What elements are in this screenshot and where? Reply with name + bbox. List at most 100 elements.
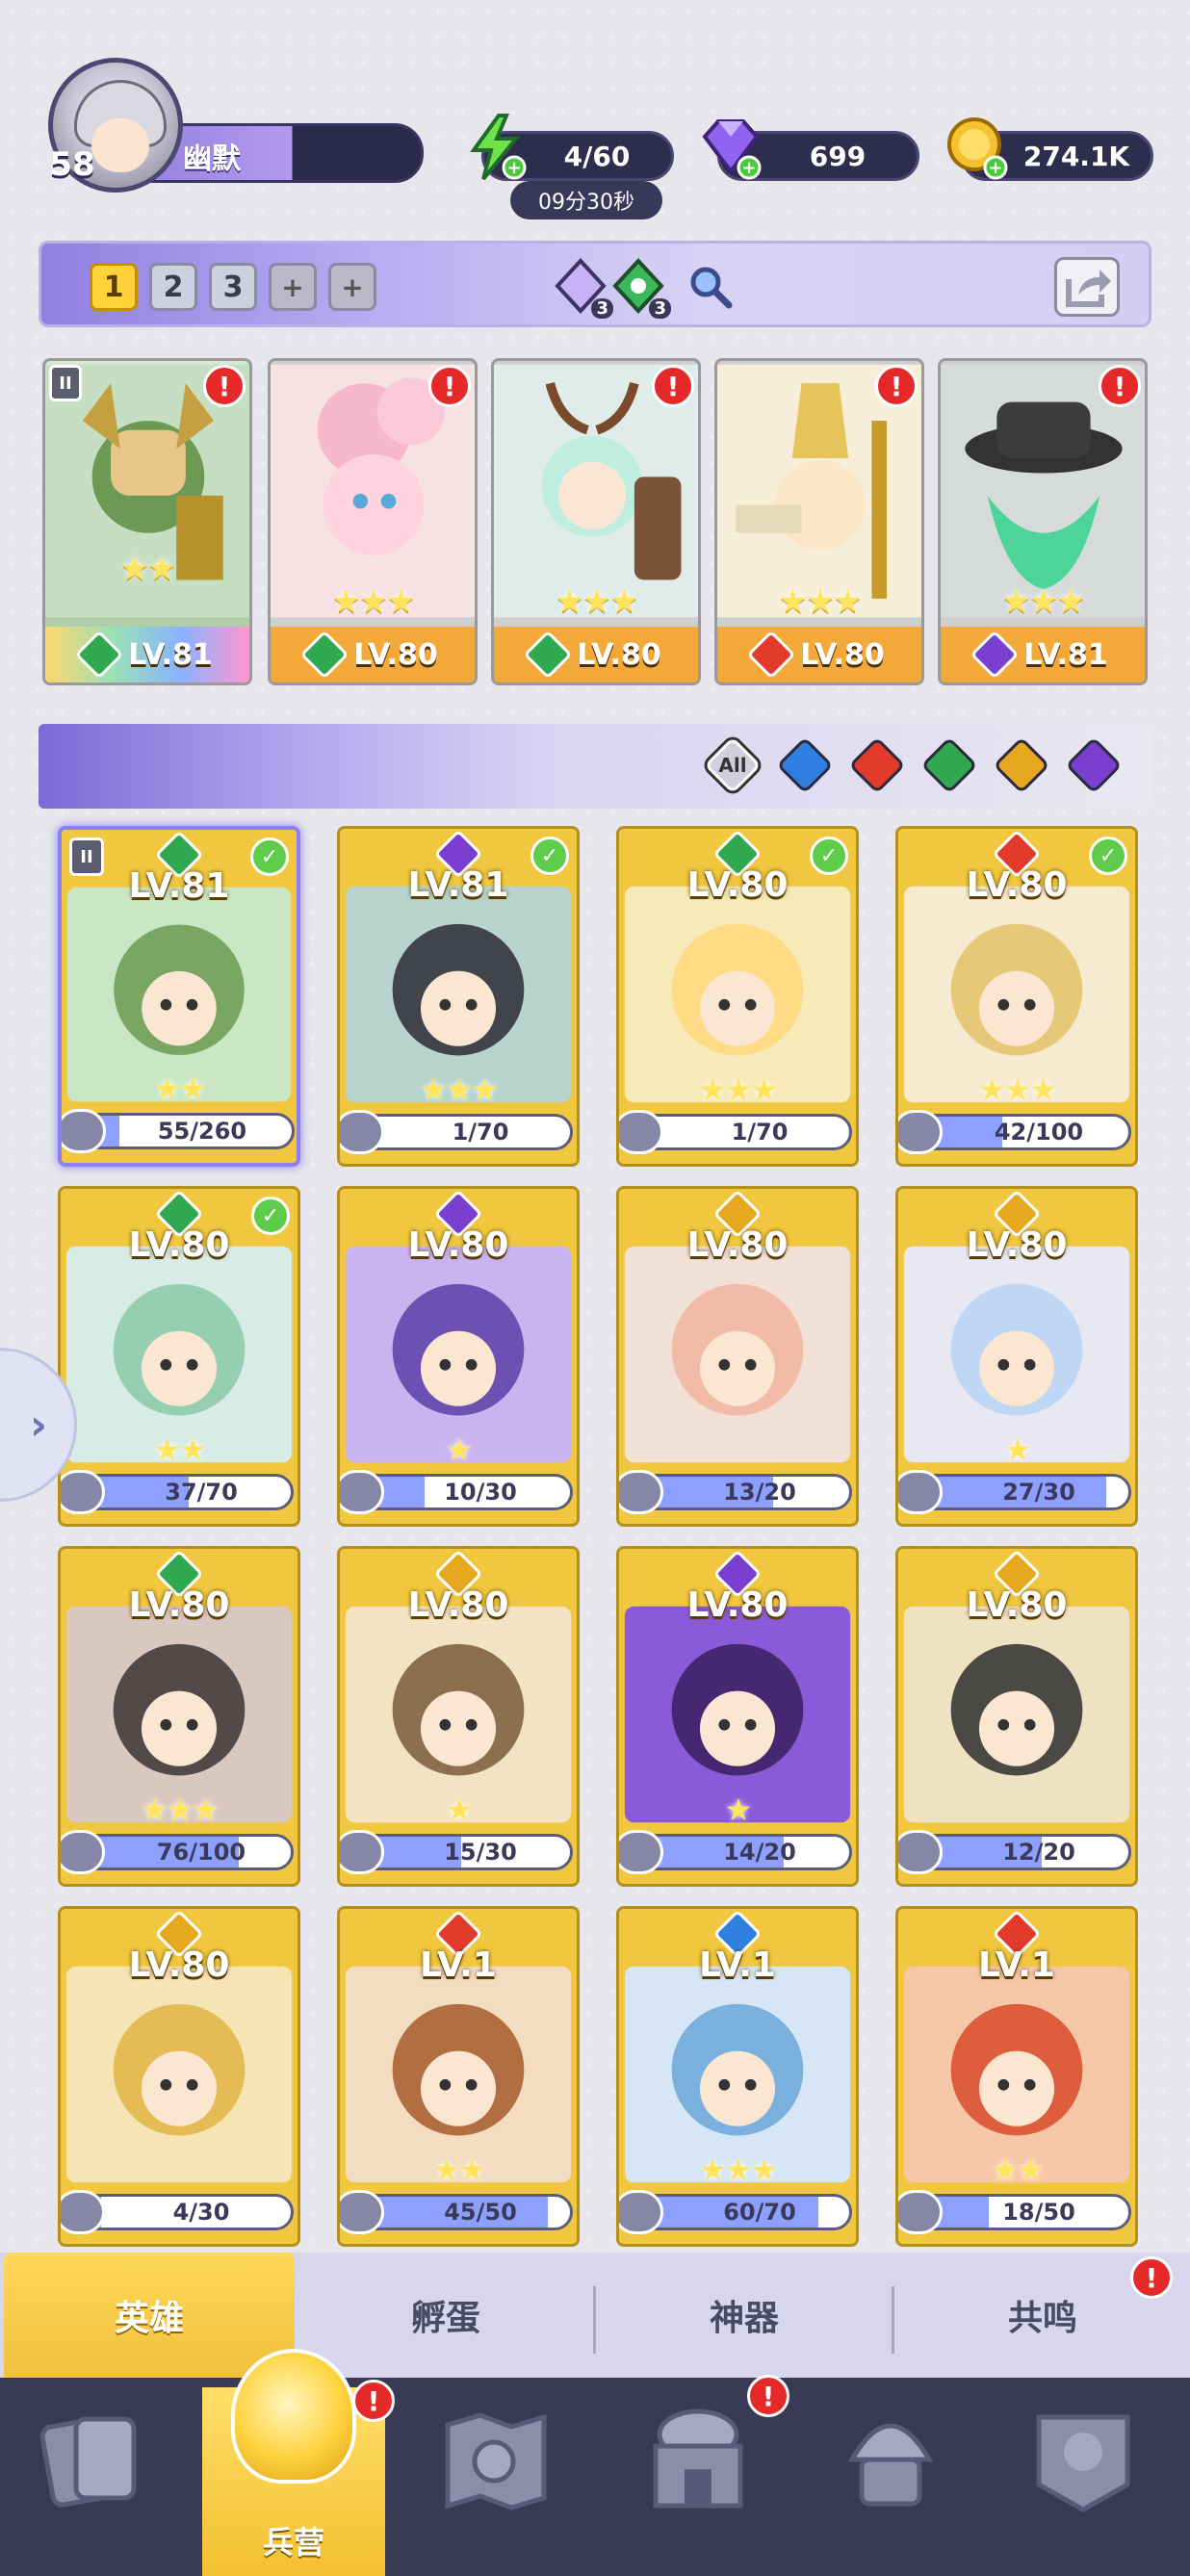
filter-water-button[interactable] (775, 735, 835, 795)
share-icon (1066, 270, 1111, 307)
element-icon (523, 630, 573, 680)
nav-guild[interactable] (1011, 2383, 1155, 2546)
shard-progress-text: 1/70 (731, 1119, 789, 1146)
hero-stars: ★ (445, 1431, 474, 1468)
hero-stars: ★★★ (1001, 582, 1085, 621)
shard-icon (619, 1110, 663, 1154)
alert-icon: ! (352, 2380, 395, 2422)
alert-icon: ! (875, 365, 918, 407)
hero-card[interactable]: LV.80 4/30 (58, 1906, 300, 2247)
shard-progress-text: 4/30 (172, 2199, 230, 2226)
shard-icon (619, 1830, 663, 1874)
fire-element-icon (848, 736, 906, 794)
shard-icon (619, 2190, 663, 2234)
shard-progress-text: 37/70 (165, 1479, 238, 1506)
hero-card[interactable]: LV.81 ★★ 55/260 ✓ II (58, 826, 300, 1167)
shard-progress-text: 15/30 (444, 1839, 517, 1866)
team-hero-5[interactable]: ★★★ LV.81 ! (938, 358, 1148, 685)
hero-card[interactable]: LV.80 12/20 (895, 1546, 1138, 1887)
rank-badge: II (69, 837, 104, 876)
alert-icon: ! (652, 365, 694, 407)
filter-all-button[interactable]: All (700, 733, 765, 798)
shard-icon (340, 2190, 384, 2234)
team-bar: 1 2 3 + + 3 3 (39, 241, 1151, 327)
hero-level: LV.80 (686, 1585, 789, 1625)
hero-card[interactable]: LV.80 ★ 15/30 (337, 1546, 580, 1887)
hero-stars: ★★ (432, 2151, 485, 2188)
hero-card[interactable]: LV.80 ★★★ 1/70 ✓ (616, 826, 859, 1167)
hero-level: LV.80 (128, 1945, 230, 1985)
nature-element-icon (920, 736, 978, 794)
add-team-slot-button[interactable]: + (269, 263, 317, 311)
team-slot-2[interactable]: 2 (149, 263, 197, 311)
nav-cards[interactable] (19, 2383, 164, 2546)
hero-card[interactable]: LV.1 ★★ 18/50 (895, 1906, 1138, 2247)
nav-barracks[interactable]: 兵营 ! (202, 2349, 395, 2576)
alert-icon: ! (428, 365, 471, 407)
nav-shop[interactable] (818, 2383, 963, 2546)
shard-progress-text: 42/100 (994, 1119, 1084, 1146)
shard-icon (898, 1110, 943, 1154)
hero-card[interactable]: LV.80 ★ 27/30 (895, 1186, 1138, 1527)
team-hero-3[interactable]: ★★★ LV.80 ! (491, 358, 701, 685)
shard-progress-text: 45/50 (444, 2199, 517, 2226)
hero-card[interactable]: LV.80 ★★★ 76/100 (58, 1546, 300, 1887)
shard-icon (898, 1470, 943, 1514)
hero-card[interactable]: LV.1 ★★ 45/50 (337, 1906, 580, 2247)
hero-level: LV.80 (128, 1585, 230, 1625)
green-count: 3 (649, 298, 671, 319)
filter-fire-button[interactable] (847, 735, 907, 795)
add-team-slot-button-2[interactable]: + (328, 263, 376, 311)
hero-stars: ★★★ (331, 582, 415, 621)
hero-card[interactable]: LV.80 13/20 (616, 1186, 859, 1527)
hero-card[interactable]: LV.80 ★★ 37/70 ✓ (58, 1186, 300, 1527)
shard-icon (898, 2190, 943, 2234)
hero-card[interactable]: LV.80 ★ 10/30 (337, 1186, 580, 1527)
shard-progress-text: 55/260 (157, 1118, 247, 1145)
filter-nature-button[interactable] (919, 735, 979, 795)
gold-coin-icon: + (947, 117, 1008, 180)
hero-stars: ★★ (153, 1431, 206, 1468)
in-team-check-icon: ✓ (250, 837, 289, 876)
shard-icon (61, 2190, 105, 2234)
alert-icon: ! (1130, 2256, 1173, 2299)
map-icon (445, 2412, 547, 2511)
hero-level: LV.80 (407, 1585, 509, 1625)
team-hero-2[interactable]: ★★★ LV.80 ! (268, 358, 478, 685)
hero-level: LV.80 (686, 1225, 789, 1265)
svg-text:+: + (988, 158, 1002, 178)
hero-level: LV.1 (699, 1945, 776, 1985)
in-team-check-icon: ✓ (810, 837, 848, 875)
hero-level: LV.81 (45, 627, 249, 683)
nav-castle[interactable]: ! (626, 2375, 789, 2546)
in-team-check-icon: ✓ (251, 1197, 290, 1235)
hero-stars: ★★ (119, 550, 177, 588)
castle-icon (653, 2409, 743, 2509)
guild-banner-icon (1036, 2414, 1130, 2512)
share-button[interactable] (1054, 257, 1120, 317)
alert-icon: ! (203, 365, 246, 407)
hero-level: LV.80 (966, 1225, 1068, 1265)
team-hero-1[interactable]: ★★ LV.81 II ! (42, 358, 252, 685)
shard-icon (340, 1470, 384, 1514)
team-slot-3[interactable]: 3 (209, 263, 257, 311)
shard-icon (62, 1109, 106, 1153)
filter-dark-button[interactable] (1064, 735, 1124, 795)
team-hero-4[interactable]: ★★★ LV.80 ! (714, 358, 924, 685)
nav-map[interactable] (424, 2383, 568, 2546)
hero-card[interactable]: LV.80 ★ 14/20 (616, 1546, 859, 1887)
tab-artifacts[interactable]: 神器 (597, 2253, 892, 2378)
filter-all-label: All (718, 754, 747, 777)
shard-progress-text: 18/50 (1002, 2199, 1075, 2226)
player-profile[interactable]: 58 幽默 (39, 58, 424, 193)
magnify-icon[interactable] (686, 263, 735, 311)
hero-card[interactable]: LV.80 ★★★ 42/100 ✓ (895, 826, 1138, 1167)
filter-light-button[interactable] (992, 735, 1051, 795)
element-icon (970, 630, 1020, 680)
hero-stars: ★★★ (698, 2151, 778, 2188)
team-element-violet: 3 (552, 257, 613, 319)
team-slot-1[interactable]: 1 (90, 263, 138, 311)
hero-level: LV.80 (407, 1225, 509, 1265)
hero-card[interactable]: LV.1 ★★★ 60/70 (616, 1906, 859, 2247)
hero-card[interactable]: LV.81 ★★★ 1/70 ✓ (337, 826, 580, 1167)
